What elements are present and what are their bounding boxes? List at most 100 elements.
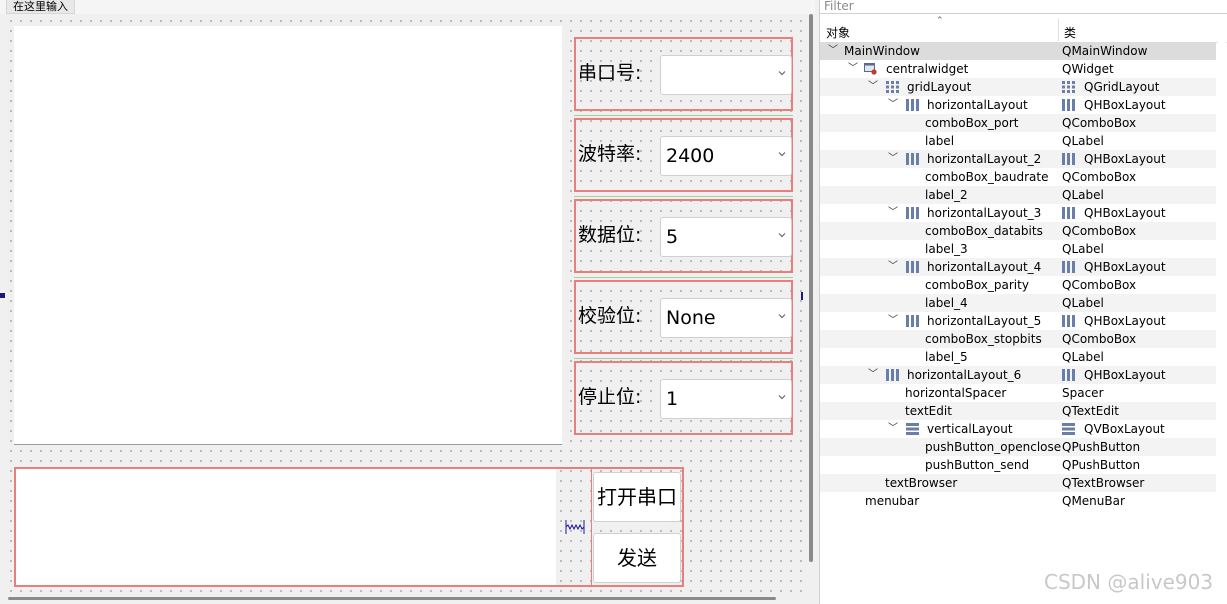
right-resize-marker[interactable]: [801, 292, 803, 300]
hbox-layout-icon: [886, 369, 899, 381]
designer-form-area: 在这里输入 串口号: 波特率: 2400 数据位: 5 校验位: None 停止…: [0, 0, 815, 604]
hbox-layout-icon: [1062, 261, 1075, 273]
chevron-down-icon[interactable]: ﹀: [888, 150, 898, 168]
tree-row[interactable]: ﹀ horizontalLayout_6 QHBoxLayout: [820, 366, 1216, 384]
tree-row[interactable]: pushButton_openclose QPushButton: [820, 438, 1216, 456]
databits-label: 数据位:: [578, 224, 642, 246]
chevron-down-icon[interactable]: ﹀: [888, 258, 898, 276]
horizontal-layout-baudrate[interactable]: 波特率: 2400: [574, 118, 793, 192]
baudrate-label: 波特率:: [578, 143, 642, 165]
tree-row[interactable]: comboBox_port QComboBox: [820, 114, 1216, 132]
tree-row[interactable]: horizontalSpacer Spacer: [820, 384, 1216, 402]
header-separator: [1058, 19, 1059, 41]
hbox-layout-icon: [906, 261, 919, 273]
chevron-down-icon[interactable]: ﹀: [848, 60, 858, 78]
chevron-down-icon[interactable]: ﹀: [868, 366, 878, 384]
chevron-down-icon[interactable]: ﹀: [888, 204, 898, 222]
parity-combobox[interactable]: None: [660, 298, 792, 338]
tree-row[interactable]: label_2 QLabel: [820, 186, 1216, 204]
object-inspector: Filter ⌃ 对象 类 ﹀ MainWindow QMainWindow ﹀…: [819, 0, 1227, 604]
hbox-layout-icon: [1062, 99, 1075, 111]
tree-row[interactable]: ﹀ horizontalLayout_4 QHBoxLayout: [820, 258, 1216, 276]
tree-row[interactable]: comboBox_databits QComboBox: [820, 222, 1216, 240]
horizontal-layout-databits[interactable]: 数据位: 5: [574, 199, 793, 273]
form-horizontal-scrollbar[interactable]: [8, 597, 776, 600]
baudrate-combobox[interactable]: 2400: [660, 136, 792, 176]
left-resize-marker[interactable]: [0, 293, 5, 298]
hbox-layout-icon: [906, 99, 919, 111]
stopbits-label: 停止位:: [578, 386, 642, 408]
tree-row[interactable]: pushButton_send QPushButton: [820, 456, 1216, 474]
chevron-down-icon[interactable]: ﹀: [888, 312, 898, 330]
hbox-layout-icon: [1062, 315, 1075, 327]
menu-type-here-placeholder[interactable]: 在这里输入: [6, 0, 75, 14]
tree-row[interactable]: label QLabel: [820, 132, 1216, 150]
hbox-layout-icon: [906, 207, 919, 219]
baudrate-value: 2400: [666, 145, 715, 167]
port-combobox[interactable]: [660, 55, 792, 95]
horizontal-layout-parity[interactable]: 校验位: None: [574, 280, 793, 354]
chevron-down-icon[interactable]: ﹀: [888, 96, 898, 114]
layout-divider: [574, 196, 793, 197]
inspector-scrollbar[interactable]: [1218, 42, 1226, 512]
chevron-down-icon: [778, 395, 786, 400]
text-browser[interactable]: [14, 26, 562, 445]
tree-row[interactable]: ﹀ gridLayout QGridLayout: [820, 78, 1216, 96]
watermark-text: CSDN @alive903: [1044, 570, 1214, 594]
form-vertical-scrollbar[interactable]: [809, 14, 813, 562]
tree-row[interactable]: ﹀ verticalLayout QVBoxLayout: [820, 420, 1216, 438]
tree-row[interactable]: comboBox_stopbits QComboBox: [820, 330, 1216, 348]
column-object-header[interactable]: 对象: [826, 24, 850, 41]
text-edit[interactable]: [16, 469, 556, 585]
tree-row[interactable]: ﹀ horizontalLayout_3 QHBoxLayout: [820, 204, 1216, 222]
tree-row[interactable]: menubar QMenuBar: [820, 492, 1216, 510]
layout-divider: [574, 277, 793, 278]
hbox-layout-icon: [1062, 153, 1075, 165]
column-class-header[interactable]: 类: [1064, 24, 1076, 41]
tree-row[interactable]: ﹀ centralwidget QWidget: [820, 60, 1216, 78]
tree-row[interactable]: label_5 QLabel: [820, 348, 1216, 366]
databits-value: 5: [666, 226, 679, 248]
open-close-button[interactable]: 打开串口: [593, 472, 681, 522]
hbox-layout-icon: [1062, 369, 1075, 381]
stopbits-value: 1: [666, 388, 679, 410]
tree-row[interactable]: ﹀ horizontalLayout_2 QHBoxLayout: [820, 150, 1216, 168]
filter-input[interactable]: Filter: [820, 0, 1227, 14]
parity-label: 校验位:: [578, 305, 642, 327]
horizontal-spacer-icon[interactable]: [565, 518, 585, 536]
chevron-down-icon[interactable]: ﹀: [868, 78, 878, 96]
chevron-down-icon[interactable]: ﹀: [828, 42, 838, 60]
object-tree: ﹀ MainWindow QMainWindow ﹀ centralwidget…: [820, 42, 1216, 510]
tree-row[interactable]: ﹀ MainWindow QMainWindow: [820, 42, 1216, 60]
hbox-layout-icon: [1062, 207, 1075, 219]
vbox-layout-icon: [1062, 423, 1075, 435]
parity-value: None: [666, 307, 716, 329]
hbox-layout-icon: [906, 153, 919, 165]
tree-row[interactable]: comboBox_baudrate QComboBox: [820, 168, 1216, 186]
widget-icon: [864, 63, 877, 75]
tree-row[interactable]: textEdit QTextEdit: [820, 402, 1216, 420]
tree-row[interactable]: comboBox_parity QComboBox: [820, 276, 1216, 294]
layout-divider: [574, 115, 793, 116]
inspector-header: ⌃ 对象 类: [820, 15, 1227, 43]
chevron-down-icon: [778, 233, 786, 238]
databits-combobox[interactable]: 5: [660, 217, 792, 257]
horizontal-layout-port[interactable]: 串口号:: [574, 37, 793, 111]
tree-row[interactable]: label_4 QLabel: [820, 294, 1216, 312]
layout-divider: [574, 358, 793, 359]
send-button[interactable]: 发送: [593, 533, 681, 583]
stopbits-combobox[interactable]: 1: [660, 379, 792, 419]
tree-row[interactable]: label_3 QLabel: [820, 240, 1216, 258]
grid-layout-icon: [886, 81, 899, 93]
chevron-down-icon: [778, 314, 786, 319]
form-menubar[interactable]: [0, 0, 815, 14]
sort-up-icon: ⌃: [936, 16, 944, 26]
tree-row[interactable]: ﹀ horizontalLayout QHBoxLayout: [820, 96, 1216, 114]
vbox-layout-icon: [906, 423, 919, 435]
chevron-down-icon[interactable]: ﹀: [888, 420, 898, 438]
tree-row[interactable]: textBrowser QTextBrowser: [820, 474, 1216, 492]
horizontal-layout-stopbits[interactable]: 停止位: 1: [574, 361, 793, 435]
grid-layout-icon: [1062, 81, 1075, 93]
tree-row[interactable]: ﹀ horizontalLayout_5 QHBoxLayout: [820, 312, 1216, 330]
chevron-down-icon: [778, 71, 786, 76]
